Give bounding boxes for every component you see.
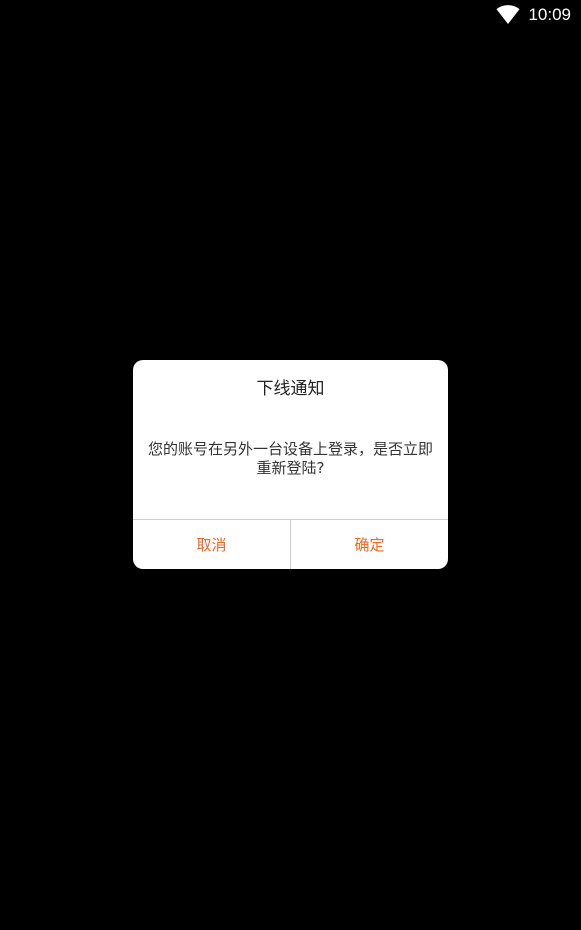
screen: 10:09 下线通知 您的账号在另外一台设备上登录，是否立即重新登陆? 取消 确… [0,0,581,930]
dialog-message: 您的账号在另外一台设备上登录，是否立即重新登陆? [147,440,433,477]
confirm-button[interactable]: 确定 [291,520,448,569]
wifi-icon [496,5,520,25]
logout-notice-dialog: 下线通知 您的账号在另外一台设备上登录，是否立即重新登陆? 取消 确定 [133,360,448,569]
cancel-button-label: 取消 [196,536,227,554]
dialog-title: 下线通知 [256,379,325,399]
cancel-button[interactable]: 取消 [133,520,290,569]
status-bar: 10:09 [496,0,581,30]
dialog-button-row: 取消 确定 [133,520,448,569]
confirm-button-label: 确定 [354,536,385,554]
clock: 10:09 [528,5,571,24]
